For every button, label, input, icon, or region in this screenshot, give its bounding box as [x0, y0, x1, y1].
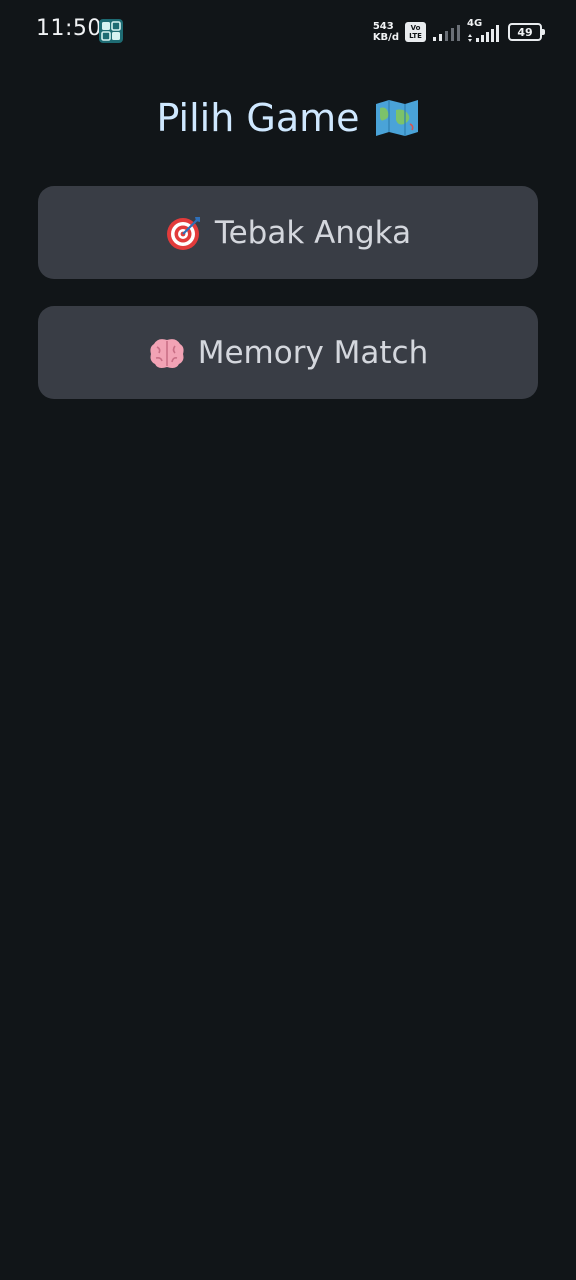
game-label-memory-match: Memory Match: [197, 334, 429, 371]
battery-icon: 49: [508, 23, 545, 41]
map-icon: [375, 100, 418, 136]
page-title-text: Pilih Game: [156, 96, 360, 140]
volte-bottom-text: LTE: [409, 32, 422, 40]
target-icon: [166, 216, 200, 250]
network-speed: 543 KB/d: [373, 21, 399, 43]
network-speed-value: 543: [372, 21, 394, 32]
signal-sim1-icon: [433, 25, 460, 41]
game-label-tebak-angka: Tebak Angka: [214, 214, 412, 251]
status-time: 11:50: [36, 16, 102, 41]
volte-icon: Vo LTE: [405, 22, 426, 42]
status-bar: 11:50 543 KB/d Vo LTE 4G 49: [0, 0, 576, 62]
notification-app-icon: [99, 19, 123, 43]
page-title: Pilih Game: [0, 96, 576, 140]
signal-sim2-icon: [468, 25, 499, 42]
brain-icon: [150, 338, 184, 368]
signal-sim2: 4G: [466, 18, 502, 43]
status-indicators: 543 KB/d Vo LTE 4G 49: [373, 18, 545, 45]
battery-level: 49: [517, 25, 533, 39]
game-button-memory-match[interactable]: Memory Match: [38, 306, 538, 399]
volte-top-text: Vo: [410, 24, 421, 32]
game-button-tebak-angka[interactable]: Tebak Angka: [38, 186, 538, 279]
network-speed-unit: KB/d: [372, 32, 399, 43]
